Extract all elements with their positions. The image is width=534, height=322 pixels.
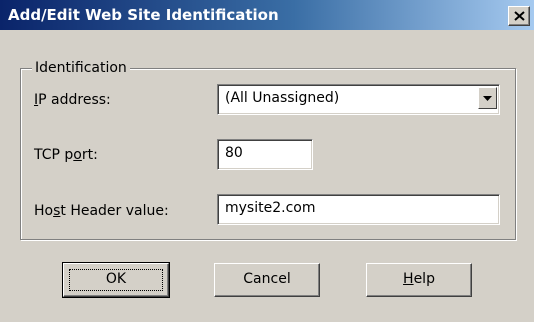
tcp-port-value: 80 — [225, 145, 243, 161]
cancel-button-label: Cancel — [243, 271, 291, 287]
host-header-value: mysite2.com — [225, 200, 316, 216]
ip-address-dropdown-button[interactable] — [478, 87, 497, 109]
title-bar: Add/Edit Web Site Identification — [0, 0, 534, 30]
ip-address-dropdown[interactable]: (All Unassigned) — [217, 84, 500, 115]
cancel-button[interactable]: Cancel — [214, 263, 320, 297]
chevron-down-icon — [483, 96, 492, 101]
help-button-accelerator: H — [403, 271, 414, 287]
tcp-port-label: TCP port: — [34, 147, 98, 163]
ok-button-label: OK — [105, 271, 127, 287]
host-header-input[interactable]: mysite2.com — [217, 194, 500, 225]
group-label: Identification — [32, 60, 130, 76]
tcp-port-label-accelerator: o — [73, 147, 82, 163]
help-button-label: Help — [403, 271, 435, 287]
ip-address-label: IP address: — [34, 92, 111, 108]
tcp-port-input[interactable]: 80 — [217, 139, 313, 170]
window-title: Add/Edit Web Site Identification — [8, 6, 279, 24]
ip-address-value: (All Unassigned) — [225, 90, 340, 106]
close-icon — [514, 11, 525, 21]
close-button[interactable] — [508, 6, 530, 26]
help-button[interactable]: Help — [366, 263, 472, 297]
ok-button[interactable]: OK — [62, 262, 170, 298]
host-header-label: Host Header value: — [34, 203, 169, 219]
